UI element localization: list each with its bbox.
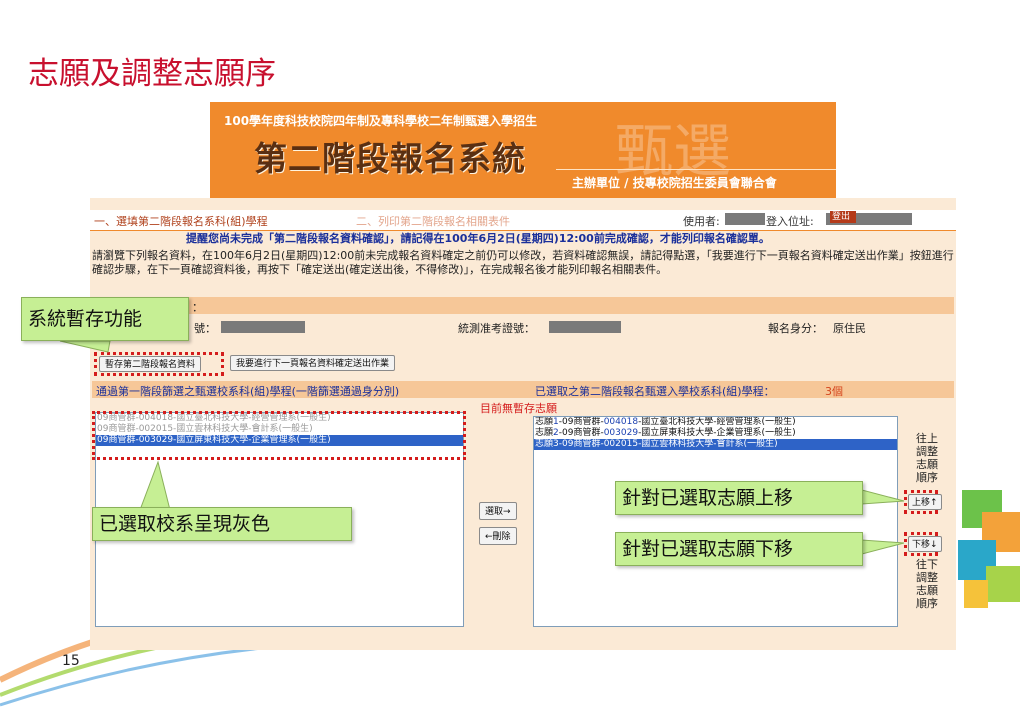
callout-move-down: 針對已選取志願下移 (615, 532, 863, 566)
callout-temp-save: 系統暫存功能 (21, 297, 189, 341)
callout-move-up: 針對已選取志願上移 (615, 481, 863, 515)
page-number: 15 (62, 653, 80, 669)
callout-pointers (59, 340, 905, 555)
callout-grey-selected: 已選取校系呈現灰色 (92, 507, 352, 541)
